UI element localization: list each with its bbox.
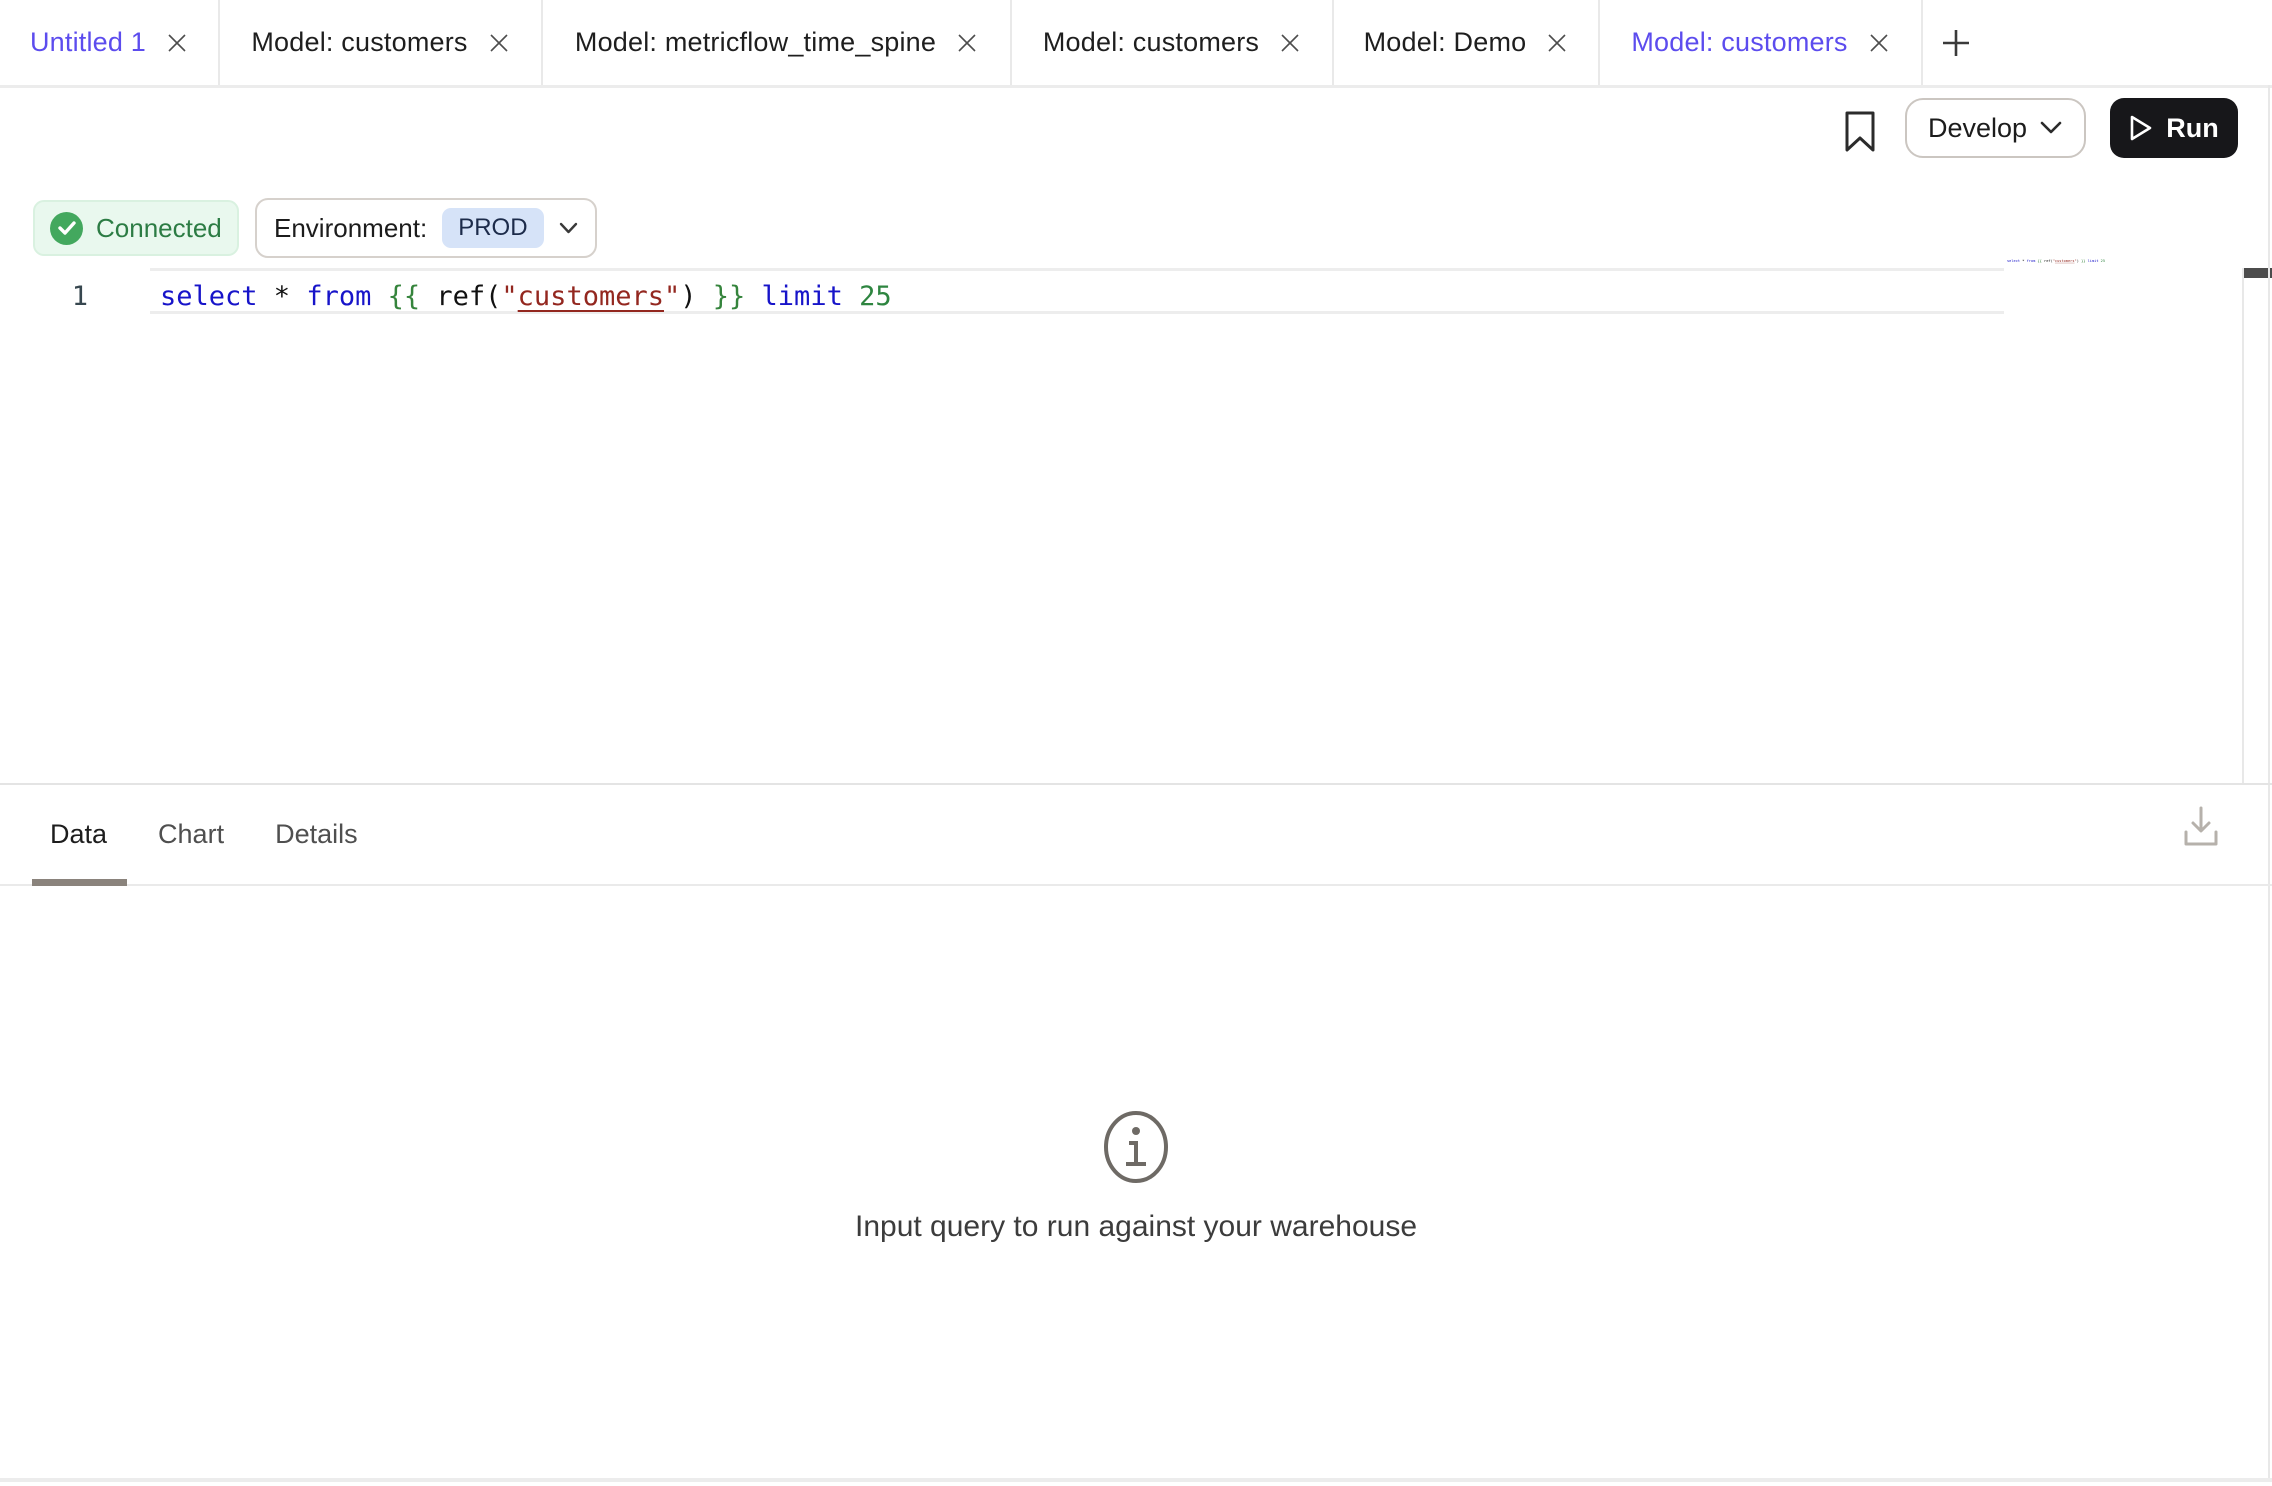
close-icon[interactable]: [1279, 32, 1301, 54]
code-token-quote: ": [664, 281, 680, 312]
tab-model-customers-1[interactable]: Model: customers: [220, 0, 543, 85]
run-button[interactable]: Run: [2110, 98, 2238, 158]
tab-model-demo[interactable]: Model: Demo: [1334, 0, 1600, 85]
close-icon[interactable]: [1546, 32, 1568, 54]
tab-untitled-1[interactable]: Untitled 1: [0, 0, 220, 85]
bottom-divider: [0, 1478, 2272, 1482]
code-token-operator: *: [274, 281, 307, 312]
code-token-ref-link[interactable]: customers: [518, 281, 664, 312]
tab-details[interactable]: Details: [275, 819, 358, 850]
active-tab-underline: [32, 879, 127, 886]
run-label: Run: [2166, 113, 2218, 144]
minimap-token: 25: [2101, 259, 2105, 263]
plus-icon: [1941, 28, 1971, 58]
tab-label: Model: metricflow_time_spine: [575, 27, 936, 58]
editor-tab-bar: Untitled 1 Model: customers Model: metri…: [0, 0, 2272, 88]
minimap-token: customers: [2055, 259, 2075, 263]
info-icon: [1098, 1107, 1174, 1187]
tab-label: Model: customers: [1043, 27, 1259, 58]
chevron-down-icon: [559, 222, 578, 234]
tab-data[interactable]: Data: [50, 819, 107, 850]
close-icon[interactable]: [1868, 32, 1890, 54]
download-icon[interactable]: [2182, 804, 2220, 848]
code-token-quote: ": [501, 281, 517, 312]
code-token-jinja-open: {{: [388, 281, 437, 312]
tab-label: Model: customers: [251, 27, 467, 58]
chevron-down-icon: [2040, 121, 2062, 135]
tab-model-metricflow-time-spine[interactable]: Model: metricflow_time_spine: [543, 0, 1012, 85]
code-token-keyword: select: [160, 281, 274, 312]
code-token-paren: ): [680, 281, 713, 312]
connection-status-badge: Connected: [33, 200, 239, 256]
code-token-keyword: from: [306, 281, 387, 312]
environment-value-badge: PROD: [442, 208, 543, 248]
code-token-keyword: limit: [762, 281, 860, 312]
code-token-function: ref(: [436, 281, 501, 312]
tab-model-customers-3[interactable]: Model: customers: [1600, 0, 1923, 85]
code-line[interactable]: select * from {{ ref("customers") }} lim…: [160, 281, 892, 312]
line-number: 1: [56, 281, 88, 312]
results-tab-bar: Data Chart Details: [0, 785, 2272, 886]
develop-menu-button[interactable]: Develop: [1905, 98, 2086, 158]
environment-selector[interactable]: Environment: PROD: [255, 198, 597, 258]
empty-state-message: Input query to run against your warehous…: [0, 1210, 2272, 1244]
code-token-jinja-close: }}: [713, 281, 762, 312]
bookmark-icon[interactable]: [1843, 110, 1877, 154]
minimap-token: from: [2027, 259, 2038, 263]
editor-scrollbar-track: [2242, 268, 2244, 783]
tab-label: Model: customers: [1631, 27, 1847, 58]
environment-label: Environment:: [274, 213, 427, 244]
connected-check-icon: [50, 212, 83, 245]
tab-label: Model: Demo: [1364, 27, 1527, 58]
close-icon[interactable]: [166, 32, 188, 54]
connected-label: Connected: [96, 213, 222, 244]
ide-window: Untitled 1 Model: customers Model: metri…: [0, 0, 2272, 1486]
tab-chart[interactable]: Chart: [158, 819, 224, 850]
minimap-token: ref(: [2044, 259, 2053, 263]
tab-model-customers-2[interactable]: Model: customers: [1012, 0, 1334, 85]
minimap-token: select: [2007, 259, 2022, 263]
play-icon: [2129, 115, 2153, 141]
new-tab-button[interactable]: [1923, 0, 1989, 85]
close-icon[interactable]: [956, 32, 978, 54]
tab-label: Untitled 1: [30, 27, 146, 58]
editor-minimap: select * from {{ ref("customers") }} lim…: [2007, 259, 2105, 263]
close-icon[interactable]: [488, 32, 510, 54]
develop-label: Develop: [1928, 113, 2027, 144]
minimap-token: limit: [2088, 259, 2101, 263]
code-token-number: 25: [859, 281, 892, 312]
